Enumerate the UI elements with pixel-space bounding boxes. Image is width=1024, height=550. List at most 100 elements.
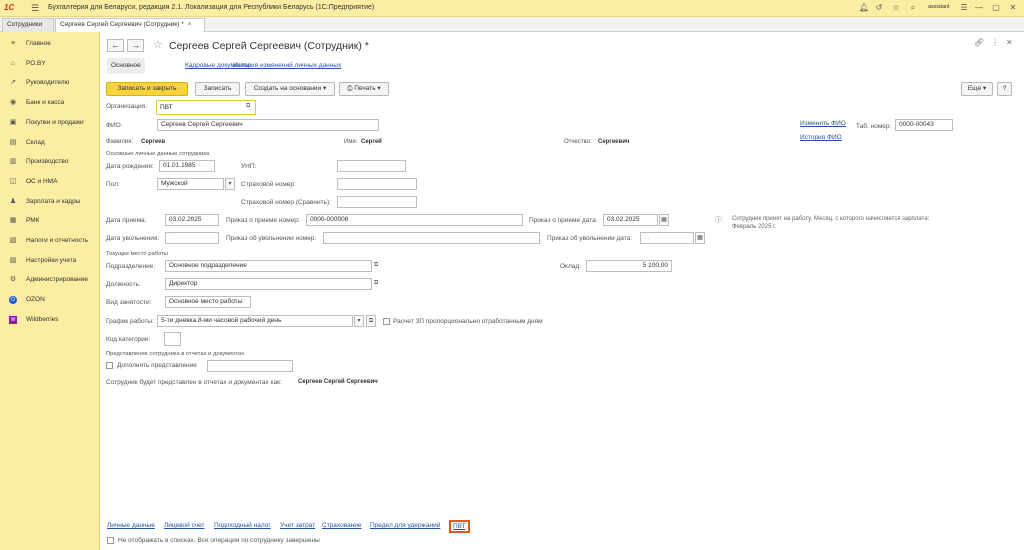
close-tab-icon[interactable]: × [188,21,192,28]
sidebar-item[interactable]: W Wildberries [0,314,100,328]
back-button[interactable]: ← [107,39,124,52]
income-tax-link[interactable]: Подоходный налог [214,522,271,529]
fire-order-date-field[interactable]: . . [640,232,694,244]
schedule-dropdown-icon[interactable]: ▾ [354,315,364,327]
hide-checkbox[interactable] [107,537,114,544]
calendar-icon[interactable]: ▦ [659,214,669,226]
fio-history-link[interactable]: История ФИО [800,134,842,141]
sidebar-item[interactable]: ▦ РМК [0,215,100,229]
menu-icon[interactable]: ☰ [31,3,40,14]
fio-field[interactable]: Сергеев Сергей Сергеевич [157,119,379,131]
org-field[interactable]: ПВТ [156,100,256,115]
info-icon: ⓘ [715,217,722,224]
surname-label: Фамилия: [106,139,134,145]
employment-field[interactable]: Основное место работы [165,296,251,308]
dept-field[interactable]: Основное подразделение [165,260,372,272]
supplement-checkbox[interactable] [106,362,113,369]
help-button[interactable]: ? [997,82,1012,96]
change-fio-link[interactable]: Изменить ФИО [800,120,846,127]
sidebar-item[interactable]: ⌂ РО.BY [0,58,100,72]
salary-field[interactable]: 5 100,00 [586,260,672,272]
account-link[interactable]: Лицевой счет [164,522,205,529]
favorite-star-icon[interactable]: ☆ [153,38,163,51]
schedule-field[interactable]: 5-ти дневка 8-ми часовой рабочий день [157,315,353,327]
history-icon[interactable]: ↺ [873,2,885,14]
sidebar-item[interactable]: O OZON [0,294,100,308]
sidebar-item-icon: ▤ [9,138,17,146]
tab-num-field[interactable]: 0000-00043 [895,119,953,131]
sidebar-item[interactable]: ⚙ Администрирование [0,274,100,288]
category-field[interactable] [164,332,181,346]
birth-field[interactable]: 01.01.1985 [159,160,215,172]
sidebar-item-icon: ▨ [9,256,17,264]
personal-data-link[interactable]: Личные данные [107,522,155,529]
tab-label: Сергеев Сергей Сергеевич (Сотрудник) * [60,21,184,28]
open-icon[interactable]: ⧉ [366,315,376,327]
represented-value: Сергеев Сергей Сергеевич [298,379,378,385]
close-form-icon[interactable]: ✕ [1006,38,1013,47]
subtab-main[interactable]: Основное [107,58,145,74]
search-icon[interactable]: ⌕ [907,2,919,14]
sidebar-item-label: Банк и касса [26,99,65,107]
proportional-checkbox[interactable] [383,318,390,325]
dept-label: Подразделение: [106,263,156,270]
gender-dropdown-icon[interactable]: ▾ [225,178,235,190]
supplement-field[interactable] [207,360,293,372]
open-icon[interactable]: ⧉ [374,280,378,287]
maximize-icon[interactable]: ▢ [990,2,1002,14]
save-button[interactable]: Записать [195,82,240,96]
insurance-link[interactable]: Страхование [322,522,362,529]
minimize-icon[interactable]: — [973,2,985,14]
sidebar-item-icon: ♟ [9,197,17,205]
sidebar-item[interactable]: ↗ Руководителю [0,77,100,91]
tab-employees[interactable]: Сотрудники [2,18,54,32]
user-name[interactable]: assistant [928,4,950,10]
sidebar-item[interactable]: ▣ Покупки и продажи [0,117,100,131]
fire-date-field[interactable]: . . [165,232,219,244]
star-icon[interactable]: ☆ [890,2,902,14]
open-icon[interactable]: ⧉ [246,103,250,110]
subtab-history[interactable]: История изменений личных данных [229,58,345,74]
unp-field[interactable] [337,160,406,172]
sidebar-item[interactable]: ▧ Налоги и отчетность [0,235,100,249]
more-button[interactable]: Еще ▾ [961,82,993,96]
create-base-button[interactable]: Создать на основании ▾ [245,82,335,96]
print-button[interactable]: ⎙ Печать ▾ [339,82,389,96]
employment-label: Вид занятости: [106,299,152,306]
fire-order-field[interactable] [323,232,540,244]
link-icon[interactable]: 🔗︎ [974,38,984,47]
birth-label: Дата рождения: [106,163,154,170]
sidebar-item[interactable]: ◫ ОС и НМА [0,176,100,190]
settings-menu-icon[interactable]: ☰ [958,2,970,14]
deduction-limit-link[interactable]: Предел для удержаний [370,522,440,529]
gender-field[interactable]: Мужской [157,178,224,190]
sidebar-item[interactable]: ▤ Склад [0,137,100,151]
position-field[interactable]: Директор [165,278,372,290]
tab-employee-card[interactable]: Сергеев Сергей Сергеевич (Сотрудник) * × [55,18,205,32]
sidebar-item[interactable]: ▨ Настройки учета [0,255,100,269]
fire-order-label: Приказ об увольнении номер: [226,235,317,242]
cost-link[interactable]: Учет затрат [280,522,315,529]
close-icon[interactable]: ✕ [1007,2,1019,14]
pvt-link[interactable]: ПВТ [449,520,470,533]
insurance-compare-field[interactable] [337,196,417,208]
sidebar-item-label: Покупки и продажи [26,118,84,126]
sidebar-item[interactable]: ▥ Производство [0,156,100,170]
forward-button[interactable]: → [127,39,144,52]
insurance-field[interactable] [337,178,417,190]
sidebar-item-icon: ⚙ [9,276,17,284]
hire-date-field[interactable]: 03.02.2025 [165,214,219,226]
hire-order-field[interactable]: 0000-000008 [306,214,523,226]
open-icon[interactable]: ⧉ [374,262,378,269]
personal-section-title: Основные личные данные сотрудника [106,151,210,157]
calendar-icon[interactable]: ▦ [695,232,705,244]
save-close-button[interactable]: Записать и закрыть [106,82,188,96]
bell-icon[interactable]: 🔔︎ [858,2,870,14]
sidebar-item[interactable]: ≡ Главное [0,38,100,52]
sidebar-item-label: Настройки учета [26,256,77,264]
more-icon[interactable]: ⋮ [991,38,999,47]
sidebar-item[interactable]: ♟ Зарплата и кадры [0,196,100,210]
title-bar: 1С ☰ Бухгалтерия для Беларуси, редакция … [0,0,1024,17]
sidebar-item[interactable]: ◉ Банк и касса [0,97,100,111]
hire-order-date-field[interactable]: 03.02.2025 [603,214,658,226]
